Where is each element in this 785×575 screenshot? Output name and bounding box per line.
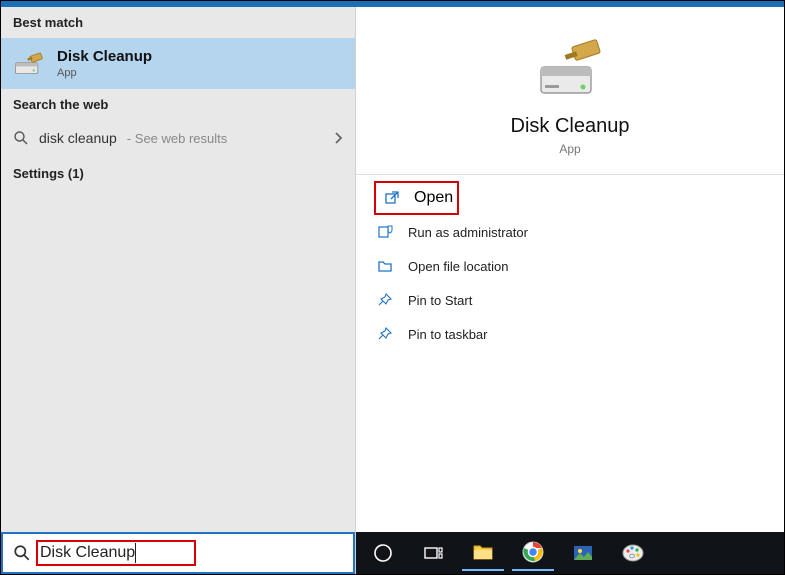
search-results-pane: Best match Disk Cleanup App Search	[1, 7, 356, 574]
action-label: Pin to taskbar	[408, 327, 488, 342]
search-icon	[13, 544, 31, 562]
open-icon	[384, 190, 400, 206]
folder-icon	[376, 257, 394, 275]
preview-title: Disk Cleanup	[511, 115, 630, 138]
action-pin-to-taskbar[interactable]: Pin to taskbar	[366, 317, 774, 351]
divider	[356, 174, 784, 175]
preview-subtitle: App	[559, 142, 580, 156]
taskbar-file-explorer[interactable]	[462, 535, 504, 571]
action-open[interactable]: Open	[374, 181, 459, 215]
action-label: Pin to Start	[408, 293, 472, 308]
action-open-file-location[interactable]: Open file location	[366, 249, 774, 283]
disk-cleanup-icon	[13, 50, 45, 78]
actions-list: Open Run as administrator Open file loca…	[356, 181, 784, 351]
preview-pane: Disk Cleanup App Open Run as administrat…	[356, 7, 784, 574]
settings-category-row[interactable]: Settings (1)	[1, 156, 355, 191]
chevron-right-icon	[333, 131, 343, 145]
web-result-row[interactable]: disk cleanup - See web results	[1, 120, 355, 156]
best-match-subtitle: App	[57, 67, 152, 79]
search-icon	[13, 130, 29, 146]
action-pin-to-start[interactable]: Pin to Start	[366, 283, 774, 317]
search-input-text: Disk Cleanup	[40, 544, 135, 561]
pin-icon	[376, 291, 394, 309]
best-match-item[interactable]: Disk Cleanup App	[1, 38, 355, 89]
shield-icon	[376, 223, 394, 241]
taskbar-paint[interactable]	[612, 535, 654, 571]
best-match-header: Best match	[1, 7, 355, 38]
web-query-text: disk cleanup	[39, 130, 117, 146]
taskbar-chrome[interactable]	[512, 535, 554, 571]
taskbar-photos[interactable]	[562, 535, 604, 571]
highlight-box: Disk Cleanup	[36, 540, 196, 566]
taskbar-task-view[interactable]	[412, 535, 454, 571]
action-label: Open	[414, 189, 453, 207]
web-hint-text: - See web results	[127, 131, 227, 146]
action-label: Open file location	[408, 259, 508, 274]
action-run-as-admin[interactable]: Run as administrator	[366, 215, 774, 249]
pin-icon	[376, 325, 394, 343]
taskbar	[356, 532, 784, 574]
action-label: Run as administrator	[408, 225, 528, 240]
taskbar-cortana[interactable]	[362, 535, 404, 571]
search-bar[interactable]: Disk Cleanup	[1, 532, 355, 574]
search-the-web-header: Search the web	[1, 89, 355, 120]
best-match-title: Disk Cleanup	[57, 48, 152, 65]
disk-cleanup-icon	[535, 37, 605, 101]
